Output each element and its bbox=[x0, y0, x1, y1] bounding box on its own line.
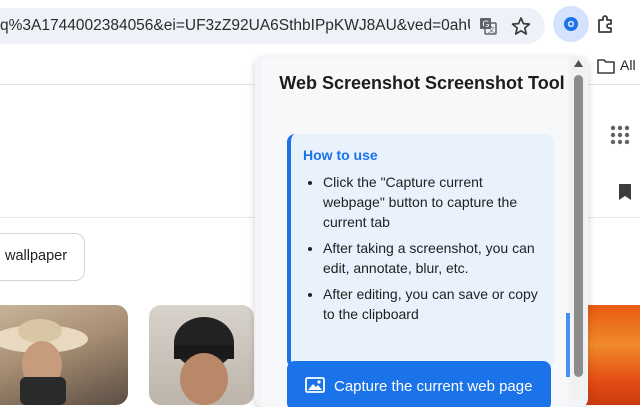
search-chip-wallpaper[interactable]: wallpaper bbox=[0, 233, 85, 281]
how-to-use-list: Click the "Capture current webpage" butt… bbox=[303, 172, 543, 330]
capture-webpage-button[interactable]: Capture the current web page bbox=[287, 361, 551, 407]
how-to-use-panel: How to use Click the "Capture current we… bbox=[287, 134, 554, 368]
translate-icon[interactable]: G 文 bbox=[477, 15, 499, 37]
image-result-thumbnail[interactable] bbox=[0, 305, 128, 405]
photo-woman-hat bbox=[0, 319, 88, 405]
how-to-use-title: How to use bbox=[303, 147, 378, 163]
image-icon bbox=[305, 377, 325, 393]
star-icon[interactable] bbox=[510, 15, 532, 37]
photo-man-beanie bbox=[174, 317, 234, 405]
popup-title: Web Screenshot Screenshot Tool bbox=[279, 73, 565, 93]
scroll-up-arrow-icon[interactable] bbox=[574, 60, 583, 67]
popup-content: Web Screenshot Screenshot Tool How to us… bbox=[262, 57, 568, 407]
address-bar[interactable]: q%3A1744002384056&ei=UF3zZ92UA6SthbIPpKW… bbox=[0, 8, 545, 44]
screenshot-extension-button[interactable] bbox=[553, 6, 589, 42]
chip-label: wallpaper bbox=[5, 248, 68, 264]
browser-toolbar: q%3A1744002384056&ei=UF3zZ92UA6SthbIPpKW… bbox=[0, 0, 640, 50]
image-result-thumbnail[interactable] bbox=[586, 305, 640, 405]
list-item: After editing, you can save or copy to t… bbox=[323, 284, 543, 324]
extension-popup: Web Screenshot Screenshot Tool How to us… bbox=[255, 57, 588, 407]
url-text[interactable]: q%3A1744002384056&ei=UF3zZ92UA6SthbIPpKW… bbox=[0, 17, 470, 35]
page-scroll-indicator bbox=[566, 313, 570, 377]
bookmark-icon[interactable] bbox=[618, 183, 632, 201]
folder-icon[interactable] bbox=[597, 58, 615, 74]
all-bookmarks-label[interactable]: All bbox=[620, 57, 636, 73]
image-result-thumbnail[interactable] bbox=[149, 305, 254, 405]
popup-scrollbar-thumb[interactable] bbox=[574, 75, 583, 377]
extension-logo-icon bbox=[564, 17, 578, 31]
list-item: After taking a screenshot, you can edit,… bbox=[323, 238, 543, 278]
list-item: Click the "Capture current webpage" butt… bbox=[323, 172, 543, 232]
svg-text:文: 文 bbox=[488, 25, 495, 34]
extensions-button[interactable] bbox=[588, 6, 624, 42]
capture-button-label: Capture the current web page bbox=[334, 378, 533, 395]
apps-grid-icon[interactable] bbox=[610, 125, 630, 145]
puzzle-icon bbox=[598, 15, 612, 33]
